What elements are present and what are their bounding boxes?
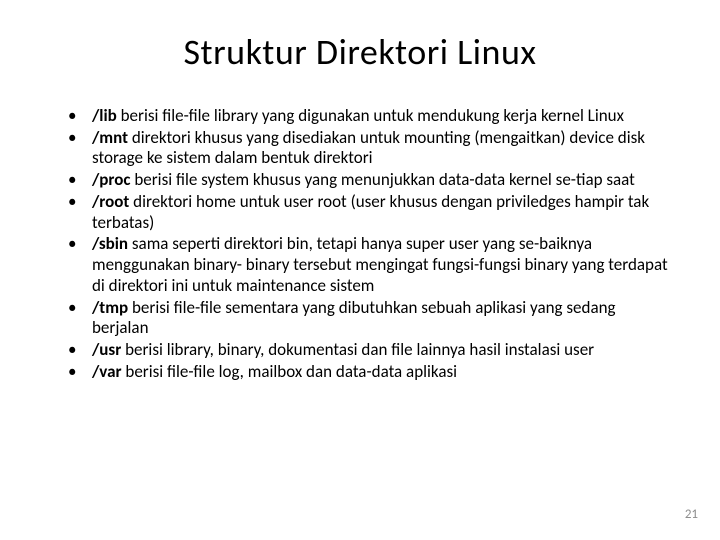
page-number: 21 bbox=[685, 507, 698, 522]
bullet-text: berisi file-file log, mailbox dan data-d… bbox=[122, 361, 458, 382]
bullet-text: direktori khusus yang disediakan untuk m… bbox=[92, 127, 645, 169]
bullet-bold: /sbin bbox=[92, 233, 128, 254]
bullet-bold: /tmp bbox=[92, 297, 128, 318]
bullet-text: direktori home untuk user root (user khu… bbox=[92, 191, 649, 233]
bullet-bold: /proc bbox=[92, 169, 131, 190]
bullet-list: /lib berisi file-file library yang digun… bbox=[48, 106, 672, 383]
bullet-bold: /usr bbox=[92, 339, 121, 360]
list-item: /proc berisi file system khusus yang men… bbox=[68, 170, 672, 191]
bullet-bold: /lib bbox=[92, 105, 117, 126]
bullet-text: berisi library, binary, dokumentasi dan … bbox=[121, 339, 594, 360]
list-item: /usr berisi library, binary, dokumentasi… bbox=[68, 340, 672, 361]
bullet-text: sama seperti direktori bin, tetapi hanya… bbox=[92, 233, 668, 295]
list-item: /var berisi file-file log, mailbox dan d… bbox=[68, 362, 672, 383]
slide-title: Struktur Direktori Linux bbox=[48, 30, 672, 74]
list-item: /tmp berisi file-file sementara yang dib… bbox=[68, 298, 672, 339]
bullet-bold: /var bbox=[92, 361, 122, 382]
list-item: /sbin sama seperti direktori bin, tetapi… bbox=[68, 234, 672, 296]
list-item: /mnt direktori khusus yang disediakan un… bbox=[68, 128, 672, 169]
bullet-bold: /root bbox=[92, 191, 129, 212]
bullet-text: berisi file-file library yang digunakan … bbox=[117, 105, 624, 126]
list-item: /root direktori home untuk user root (us… bbox=[68, 192, 672, 233]
bullet-text: berisi file-file sementara yang dibutuhk… bbox=[92, 297, 616, 339]
bullet-text: berisi file system khusus yang menunjukk… bbox=[131, 169, 635, 190]
list-item: /lib berisi file-file library yang digun… bbox=[68, 106, 672, 127]
bullet-bold: /mnt bbox=[92, 127, 128, 148]
